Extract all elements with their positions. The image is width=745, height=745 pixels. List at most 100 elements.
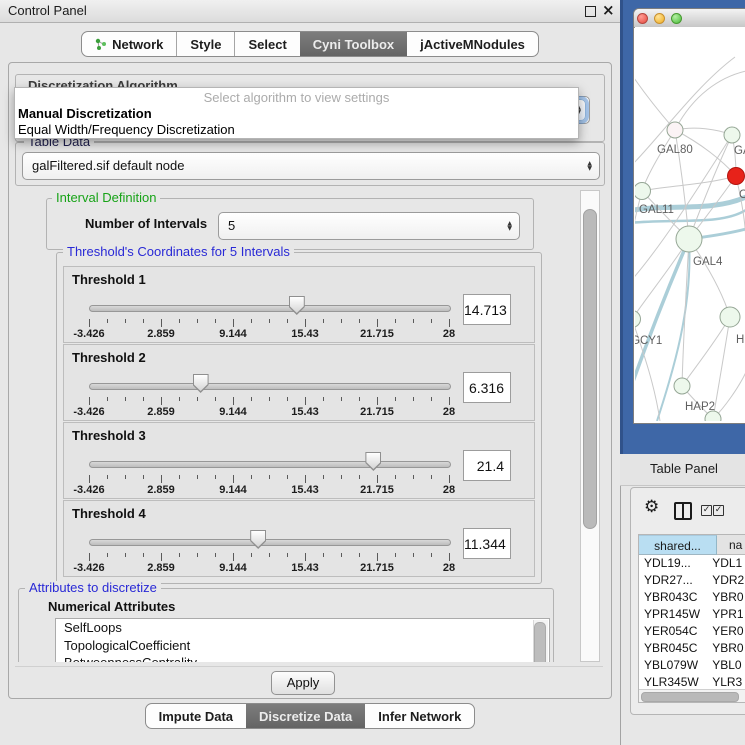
network-canvas[interactable]: GAL80GACGAL11GAL4GCY1HHAP2 (635, 27, 745, 421)
gear-icon[interactable]: ⚙ (644, 497, 659, 517)
cell-shared-name[interactable]: YER054C (639, 623, 708, 640)
network-node-h[interactable] (720, 307, 740, 327)
cell-shared-name[interactable]: YBR045C (639, 640, 708, 657)
slider-tick (215, 553, 216, 557)
slider-tick (125, 319, 126, 323)
network-node-ga[interactable] (724, 127, 740, 143)
network-node-label: GAL4 (693, 256, 723, 268)
slider-tick (305, 397, 306, 405)
network-edge (675, 128, 732, 135)
checkbox-icon-1[interactable]: ✓ (701, 505, 712, 516)
network-node-gal4[interactable] (676, 226, 702, 252)
cell-shared-name[interactable]: YDR27... (639, 572, 708, 589)
column-header-shared-name[interactable]: shared... (639, 535, 717, 555)
table-horizontal-scrollbar-thumb[interactable] (641, 692, 739, 702)
slider-track[interactable] (89, 305, 451, 312)
slider-thumb[interactable] (289, 296, 305, 315)
cell-shared-name[interactable]: YDL19... (639, 555, 708, 572)
tab-discretize-data[interactable]: Discretize Data (246, 704, 365, 728)
slider-thumb[interactable] (250, 530, 266, 549)
slider-tick-label: 21.715 (360, 328, 394, 340)
tab-infer-network-label: Infer Network (378, 709, 461, 724)
float-window-icon[interactable] (585, 6, 596, 17)
cell-name[interactable]: YPR1 (708, 606, 745, 623)
slider-tick (449, 475, 450, 483)
cell-shared-name[interactable]: YPR145W (639, 606, 708, 623)
tab-infer-network[interactable]: Infer Network (365, 704, 474, 728)
column-header-name[interactable]: na (717, 535, 745, 555)
cell-name[interactable]: YER0 (708, 623, 745, 640)
cell-name[interactable]: YBR0 (708, 589, 745, 606)
table-row[interactable]: YDL19...YDL1 (639, 555, 745, 572)
tab-impute-data[interactable]: Impute Data (146, 704, 246, 728)
slider-tick-label: 21.715 (360, 562, 394, 574)
table-row[interactable]: YPR145WYPR1 (639, 606, 745, 623)
tab-cyni-toolbox[interactable]: Cyni Toolbox (300, 32, 407, 56)
cell-name[interactable]: YDL1 (708, 555, 745, 572)
slider-thumb[interactable] (193, 374, 209, 393)
threshold-1-value-field[interactable]: 14.713 (463, 294, 511, 325)
network-node-gal11[interactable] (635, 183, 651, 200)
slider-tick (305, 553, 306, 561)
slider-tick (107, 475, 108, 479)
network-node-c[interactable] (728, 168, 745, 185)
network-node-gcy1[interactable] (635, 311, 641, 328)
settings-scrollbar[interactable] (580, 190, 600, 662)
minimize-traffic-light[interactable] (654, 13, 665, 24)
cell-shared-name[interactable]: YBL079W (639, 657, 708, 674)
network-node-gal80[interactable] (667, 122, 683, 138)
tab-select[interactable]: Select (234, 32, 299, 56)
slider-tick-label: 28 (443, 484, 455, 496)
list-item-selfloops[interactable]: SelfLoops (56, 619, 549, 637)
table-row[interactable]: YBR045CYBR0 (639, 640, 745, 657)
network-edge (635, 72, 675, 130)
threshold-3-value-field[interactable]: 21.4 (463, 450, 511, 481)
close-icon[interactable]: × (602, 1, 615, 19)
threshold-2-label: Threshold 2 (72, 350, 146, 365)
slider-track[interactable] (89, 539, 451, 546)
checkbox-icon-2[interactable]: ✓ (713, 505, 724, 516)
table-row[interactable]: YBL079WYBL0 (639, 657, 745, 674)
list-scrollbar[interactable] (533, 620, 548, 662)
slider-tick (377, 319, 378, 327)
close-traffic-light[interactable] (637, 13, 648, 24)
cell-name[interactable]: YDR2 (708, 572, 745, 589)
list-item-topologicalcoefficient[interactable]: TopologicalCoefficient (56, 637, 549, 655)
table-data-combobox[interactable]: galFiltered.sif default node ▲▼ (22, 152, 600, 180)
slider-track[interactable] (89, 461, 451, 468)
list-scrollbar-thumb[interactable] (534, 622, 546, 662)
settings-scrollbar-thumb[interactable] (583, 209, 597, 529)
slider-tick (323, 319, 324, 323)
table-header-row: shared... na (639, 535, 745, 555)
slider-tick (287, 553, 288, 557)
slider-tick (251, 319, 252, 323)
cell-name[interactable]: YBR0 (708, 640, 745, 657)
table-horizontal-scrollbar[interactable] (639, 689, 745, 702)
slider-tick (233, 553, 234, 561)
tab-style[interactable]: Style (176, 32, 234, 56)
tab-jactivemnodules[interactable]: jActiveMNodules (407, 32, 538, 56)
control-panel: Control Panel × Network Style Sel (0, 0, 621, 745)
split-panel-icon[interactable] (674, 502, 692, 520)
slider-tick (305, 475, 306, 483)
screen: Control Panel × Network Style Sel (0, 0, 745, 745)
table-row[interactable]: YBR043CYBR0 (639, 589, 745, 606)
number-of-intervals-combobox[interactable]: 5 ▲▼ (218, 212, 520, 240)
network-node-label: GCY1 (635, 335, 662, 347)
table-row[interactable]: YER054CYER0 (639, 623, 745, 640)
tab-network[interactable]: Network (82, 32, 176, 56)
table-row[interactable]: YDR27...YDR2 (639, 572, 745, 589)
apply-button[interactable]: Apply (271, 671, 335, 695)
dropdown-option-manual-discretization[interactable]: Manual Discretization (18, 106, 152, 121)
threshold-4-value-field[interactable]: 11.344 (463, 528, 511, 559)
cell-name[interactable]: YBL0 (708, 657, 745, 674)
dropdown-option-equal-width-frequency[interactable]: Equal Width/Frequency Discretization (18, 122, 235, 137)
list-item-betweennesscentrality[interactable]: BetweennessCentrality (56, 654, 549, 662)
zoom-traffic-light[interactable] (671, 13, 682, 24)
slider-track[interactable] (89, 383, 451, 390)
network-node-hap2[interactable] (674, 378, 690, 394)
slider-thumb[interactable] (365, 452, 381, 471)
threshold-2-value-field[interactable]: 6.316 (463, 372, 511, 403)
cell-shared-name[interactable]: YBR043C (639, 589, 708, 606)
network-edge (713, 317, 730, 419)
